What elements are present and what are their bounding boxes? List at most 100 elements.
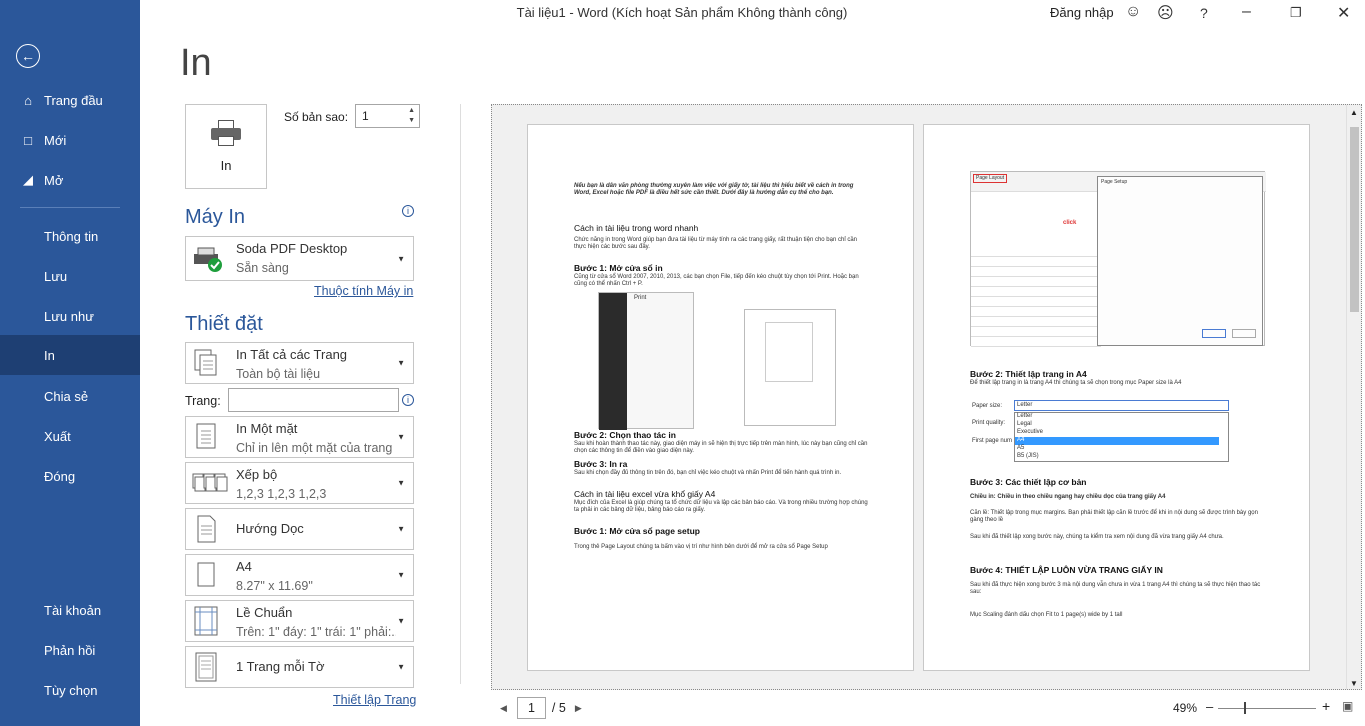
doc-paragraph: Trong thẻ Page Layout chúng ta bấm vào v…: [574, 544, 828, 550]
doc-paragraph: Sau khi đã thiết lập xong bước này, chún…: [970, 534, 1224, 540]
setting-secondary: Toàn bộ tài liệu: [236, 367, 321, 381]
printer-select[interactable]: Soda PDF Desktop Sẵn sàng ▼: [185, 236, 414, 281]
chevron-down-icon: ▼: [397, 432, 405, 442]
doc-paragraph: Căn lề: Thiết lập trong mục margins. Bạn…: [970, 510, 1258, 523]
settings-section-title: Thiết đặt: [185, 313, 263, 335]
page-navigator: ◀ 1 / 5 ▶: [500, 697, 582, 719]
info-icon[interactable]: i: [402, 394, 414, 406]
sidebar-item-new[interactable]: □ Mới: [0, 120, 140, 160]
frown-icon[interactable]: ☹: [1157, 3, 1174, 23]
doc-paragraph: Sau khi chọn đầy đủ thông tin trên đó, b…: [574, 470, 842, 476]
doc-paragraph: Chức năng in trong Word giúp bạn đưa tài…: [574, 237, 857, 250]
copies-stepper[interactable]: 1 ▲ ▼: [355, 104, 420, 128]
chevron-down-icon: ▼: [397, 616, 405, 626]
pages-icon: [194, 349, 217, 376]
doc-step: Bước 3: Các thiết lập cơ bản: [970, 477, 1087, 487]
thumb-label: Page Setup: [1101, 179, 1128, 185]
page-setup-link[interactable]: Thiết lập Trang: [333, 693, 416, 707]
print-preview[interactable]: Nếu bạn là dân văn phòng thường xuyên là…: [491, 104, 1362, 690]
sidebar-item-print[interactable]: In: [0, 335, 140, 375]
sidebar-item-options[interactable]: Tùy chọn: [0, 670, 140, 710]
close-icon[interactable]: ✕: [1337, 3, 1350, 23]
thumb-label: Print: [634, 295, 647, 301]
sidebar-item-feedback[interactable]: Phản hồi: [0, 630, 140, 670]
thumb-label: Print quality:: [972, 420, 1006, 426]
doc-screenshot-thumb: [744, 309, 836, 426]
spin-up-icon[interactable]: ▲: [408, 107, 415, 114]
sidebar-item-export[interactable]: Xuất: [0, 416, 140, 456]
print-button[interactable]: In: [185, 104, 267, 189]
printer-properties-link[interactable]: Thuộc tính Máy in: [314, 284, 413, 298]
doc-paragraph: Mục Scaling đánh dấu chọn Fit to 1 page(…: [970, 612, 1123, 618]
portrait-icon: [197, 515, 216, 543]
fit-to-window-icon[interactable]: ▣: [1342, 699, 1353, 713]
back-arrow-icon[interactable]: ←: [16, 44, 40, 68]
sidebar-item-account[interactable]: Tài khoản: [0, 590, 140, 630]
sidebar-item-share[interactable]: Chia sẻ: [0, 376, 140, 416]
thumb-label: click: [1063, 220, 1077, 226]
collate-select[interactable]: Xếp bộ 1,2,3 1,2,3 1,2,3 ▼: [185, 462, 414, 504]
home-icon: ⌂: [24, 92, 32, 108]
setting-primary: 1 Trang mỗi Tờ: [236, 659, 325, 674]
print-range-select[interactable]: In Tất cả các Trang Toàn bộ tài liệu ▼: [185, 342, 414, 384]
thumb-label: Paper size:: [972, 403, 1003, 409]
doc-step: Bước 1: Mở cửa sổ page setup: [574, 526, 700, 536]
zoom-slider[interactable]: [1218, 708, 1316, 709]
paper-size-select[interactable]: A4 8.27" x 11.69" ▼: [185, 554, 414, 596]
doc-heading: Cách in tài liệu trong word nhanh: [574, 223, 699, 233]
smile-icon[interactable]: ☺: [1125, 3, 1141, 21]
zoom-level: 49%: [1173, 701, 1198, 715]
info-icon[interactable]: i: [402, 205, 414, 217]
doc-screenshot-thumb: Print: [598, 292, 694, 430]
zoom-out-icon[interactable]: –: [1206, 699, 1213, 714]
sidebar-item-save-as[interactable]: Lưu như: [0, 296, 140, 336]
scroll-up-icon[interactable]: ▲: [1350, 108, 1358, 117]
page-title: In: [180, 42, 212, 84]
sidebar-item-close[interactable]: Đóng: [0, 456, 140, 496]
previous-page-icon[interactable]: ◀: [500, 703, 507, 714]
sidebar-item-label: Trang đầu: [44, 92, 103, 108]
setting-primary: In Tất cả các Trang: [236, 347, 348, 362]
sidebar-item-open[interactable]: ◢ Mở: [0, 160, 140, 200]
zoom-slider-knob[interactable]: [1244, 702, 1246, 714]
thumb-label: Executive: [1017, 429, 1044, 435]
scroll-down-icon[interactable]: ▼: [1350, 679, 1358, 688]
thumb-label: Legal: [1017, 421, 1032, 427]
setting-primary: In Một mặt: [236, 421, 298, 436]
pages-per-sheet-select[interactable]: 1 Trang mỗi Tờ ▼: [185, 646, 414, 688]
margins-select[interactable]: Lề Chuẩn Trên: 1" đáy: 1" trái: 1" phải:…: [185, 600, 414, 642]
sidebar-divider: [20, 207, 120, 208]
sign-in-link[interactable]: Đăng nhập: [1050, 5, 1114, 20]
current-page-input[interactable]: 1: [516, 697, 546, 719]
pages-input[interactable]: [228, 388, 399, 412]
printer-section-title: Máy In: [185, 206, 246, 228]
doc-step: Bước 2: Thiết lập trang in A4: [970, 369, 1087, 379]
doc-paragraph: Chiều in: Chiều in theo chiều ngang hay …: [970, 494, 1166, 500]
next-page-icon[interactable]: ▶: [575, 703, 582, 714]
zoom-in-icon[interactable]: +: [1322, 698, 1330, 714]
copies-label: Số bản sao:: [284, 110, 349, 124]
help-icon[interactable]: ?: [1200, 5, 1208, 21]
minimize-icon[interactable]: –: [1242, 3, 1251, 21]
paper-size-thumb: Paper size: Letter Print quality: First …: [970, 397, 1230, 463]
orientation-select[interactable]: Hướng Dọc ▼: [185, 508, 414, 550]
preview-page-1: Nếu bạn là dân văn phòng thường xuyên là…: [527, 124, 914, 671]
preview-page-2: Page Layout click Page Setup Bước 2: Thi…: [923, 124, 1310, 671]
thumb-label: A4: [1017, 437, 1025, 443]
chevron-down-icon: ▼: [397, 358, 405, 368]
sidebar-item-save[interactable]: Lưu: [0, 256, 140, 296]
scrollbar-thumb[interactable]: [1350, 127, 1359, 312]
setting-primary: Xếp bộ: [236, 467, 278, 482]
preview-scrollbar[interactable]: ▲ ▼: [1346, 105, 1361, 689]
thumb-label: B5 (JIS): [1017, 453, 1039, 459]
setting-primary: Hướng Dọc: [236, 521, 304, 536]
sidebar-item-info[interactable]: Thông tin: [0, 216, 140, 256]
sidebar-item-home[interactable]: ⌂ Trang đầu: [0, 80, 140, 120]
doc-paragraph: Sau khi hoàn thành thao tác này, giao di…: [574, 441, 868, 454]
thumb-label: A5: [1017, 445, 1025, 451]
spin-down-icon[interactable]: ▼: [408, 117, 415, 124]
sidebar-item-label: Mở: [44, 172, 64, 188]
restore-icon[interactable]: ❐: [1290, 5, 1302, 21]
panel-divider: [460, 104, 461, 684]
sides-select[interactable]: In Một mặt Chỉ in lên một mặt của trang …: [185, 416, 414, 458]
